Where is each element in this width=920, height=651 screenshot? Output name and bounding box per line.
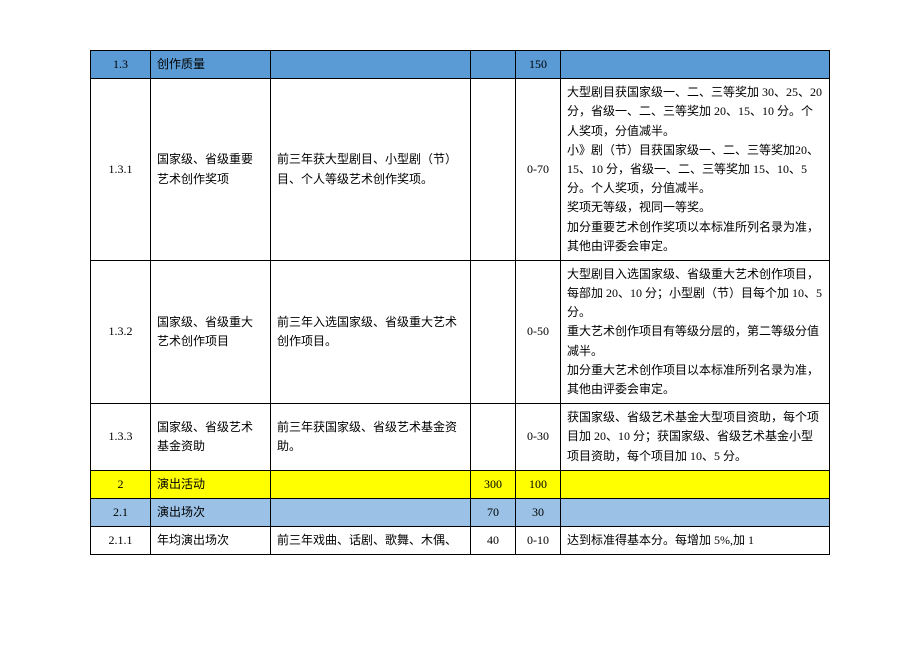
row-score1 [471,260,516,403]
row-score2: 0-30 [516,404,561,471]
row-detail: 大型剧目获国家级一、二、三等奖加 30、25、20 分，省级一、二、三等奖加 2… [561,79,830,261]
row-name: 创作质量 [151,51,271,79]
row-detail: 达到标准得基本分。每增加 5%,加 1 [561,527,830,555]
row-name: 国家级、省级重大艺术创作项目 [151,260,271,403]
row-name: 国家级、省级重要艺术创作奖项 [151,79,271,261]
table-row: 2演出活动 300100 [91,470,830,498]
row-description [271,51,471,79]
row-score1 [471,404,516,471]
row-score1: 70 [471,498,516,526]
row-number: 1.3 [91,51,151,79]
table-row: 1.3.2国家级、省级重大艺术创作项目前三年入选国家级、省级重大艺术创作项目。 0… [91,260,830,403]
row-score1: 40 [471,527,516,555]
table-row: 1.3.1国家级、省级重要艺术创作奖项前三年获大型剧目、小型剧（节）目、个人等级… [91,79,830,261]
row-detail [561,51,830,79]
evaluation-criteria-table: 1.3创作质量1501.3.1国家级、省级重要艺术创作奖项前三年获大型剧目、小型… [90,50,830,555]
row-score2: 100 [516,470,561,498]
row-name: 国家级、省级艺术基金资助 [151,404,271,471]
row-score2: 0-10 [516,527,561,555]
row-number: 2 [91,470,151,498]
row-description: 前三年入选国家级、省级重大艺术创作项目。 [271,260,471,403]
row-score2: 0-50 [516,260,561,403]
table-row: 2.1.1年均演出场次前三年戏曲、话剧、歌舞、木偶、400-10达到标准得基本分… [91,527,830,555]
row-score2: 0-70 [516,79,561,261]
row-number: 1.3.1 [91,79,151,261]
row-description [271,498,471,526]
row-name: 演出场次 [151,498,271,526]
row-score1 [471,79,516,261]
row-name: 年均演出场次 [151,527,271,555]
row-score1: 300 [471,470,516,498]
table-row: 1.3.3国家级、省级艺术基金资助前三年获国家级、省级艺术基金资助。 0-30获国… [91,404,830,471]
row-description [271,470,471,498]
row-score1 [471,51,516,79]
row-description: 前三年戏曲、话剧、歌舞、木偶、 [271,527,471,555]
row-description: 前三年获国家级、省级艺术基金资助。 [271,404,471,471]
table-row: 1.3创作质量 150 [91,51,830,79]
row-description: 前三年获大型剧目、小型剧（节）目、个人等级艺术创作奖项。 [271,79,471,261]
row-score2: 150 [516,51,561,79]
row-number: 1.3.2 [91,260,151,403]
row-detail [561,470,830,498]
row-detail: 大型剧目入选国家级、省级重大艺术创作项目，每部加 20、10 分；小型剧（节）目… [561,260,830,403]
row-detail [561,498,830,526]
row-score2: 30 [516,498,561,526]
row-detail: 获国家级、省级艺术基金大型项目资助，每个项目加 20、10 分；获国家级、省级艺… [561,404,830,471]
row-number: 2.1.1 [91,527,151,555]
table-row: 2.1演出场次 7030 [91,498,830,526]
row-number: 2.1 [91,498,151,526]
row-name: 演出活动 [151,470,271,498]
row-number: 1.3.3 [91,404,151,471]
